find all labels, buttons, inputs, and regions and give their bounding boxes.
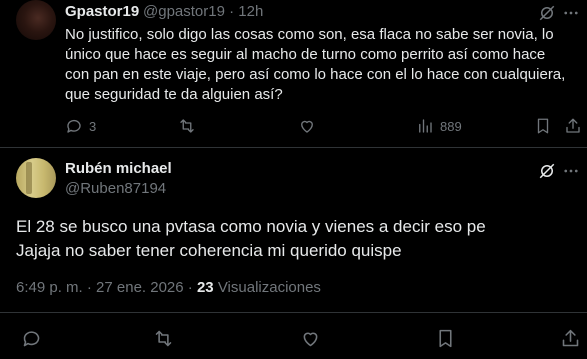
reply-button[interactable] — [21, 328, 42, 349]
tweet-time[interactable]: 12h — [238, 3, 263, 20]
reply-icon — [67, 119, 81, 133]
avatar[interactable] — [16, 158, 56, 198]
retweet-button[interactable] — [178, 117, 196, 135]
bookmark-icon — [537, 118, 549, 134]
views-icon — [419, 119, 432, 133]
views-label: Visualizaciones — [217, 279, 321, 296]
retweet-icon — [155, 330, 172, 347]
reply-count: 3 — [89, 118, 97, 134]
tweet-text-line: Jajaja no saber tener coherencia mi quer… — [16, 241, 402, 260]
bookmark-button[interactable] — [435, 328, 456, 349]
retweet-button[interactable] — [153, 328, 174, 349]
author-name[interactable]: Rubén michael — [65, 160, 172, 177]
tweet-meta: 6:49 p. m. · 27 ene. 2026 · 23 Visualiza… — [16, 279, 321, 296]
author-handle[interactable]: @gpastor19 — [143, 3, 225, 20]
tweet-text: No justifico, solo digo las cosas como s… — [65, 26, 566, 103]
more-icon[interactable] — [562, 4, 580, 22]
author-handle-line: @gpastor19 · 12h — [143, 3, 263, 20]
share-icon — [566, 118, 580, 133]
separator: · — [229, 3, 235, 20]
retweet-icon — [180, 119, 194, 133]
more-icon[interactable] — [562, 162, 580, 180]
avatar[interactable] — [16, 0, 56, 40]
reply-icon — [23, 331, 40, 347]
divider — [0, 312, 587, 313]
bookmark-button[interactable] — [534, 117, 552, 135]
grok-icon[interactable] — [538, 162, 556, 180]
like-button[interactable] — [298, 117, 316, 135]
like-button[interactable] — [300, 328, 321, 349]
tweet-timestamp[interactable]: 6:49 p. m. · 27 ene. 2026 · — [16, 279, 193, 296]
tweet-text-line: El 28 se busco una pvtasa como novia y v… — [16, 217, 486, 236]
views-count: 23 — [196, 279, 214, 296]
like-icon — [303, 332, 318, 347]
views-button[interactable]: 889 — [416, 117, 462, 135]
views-count: 889 — [440, 118, 462, 134]
share-button[interactable] — [564, 117, 582, 135]
share-icon — [562, 329, 579, 347]
share-button[interactable] — [560, 328, 581, 349]
author-handle[interactable]: @Ruben87194 — [65, 180, 166, 197]
like-icon — [301, 120, 313, 133]
grok-icon[interactable] — [538, 4, 556, 22]
bookmark-icon — [439, 329, 452, 348]
divider — [0, 147, 587, 148]
reply-button[interactable]: 3 — [65, 117, 96, 135]
author-name[interactable]: Gpastor19 — [65, 3, 139, 20]
tweet-text: El 28 se busco una pvtasa como novia y v… — [16, 215, 576, 263]
